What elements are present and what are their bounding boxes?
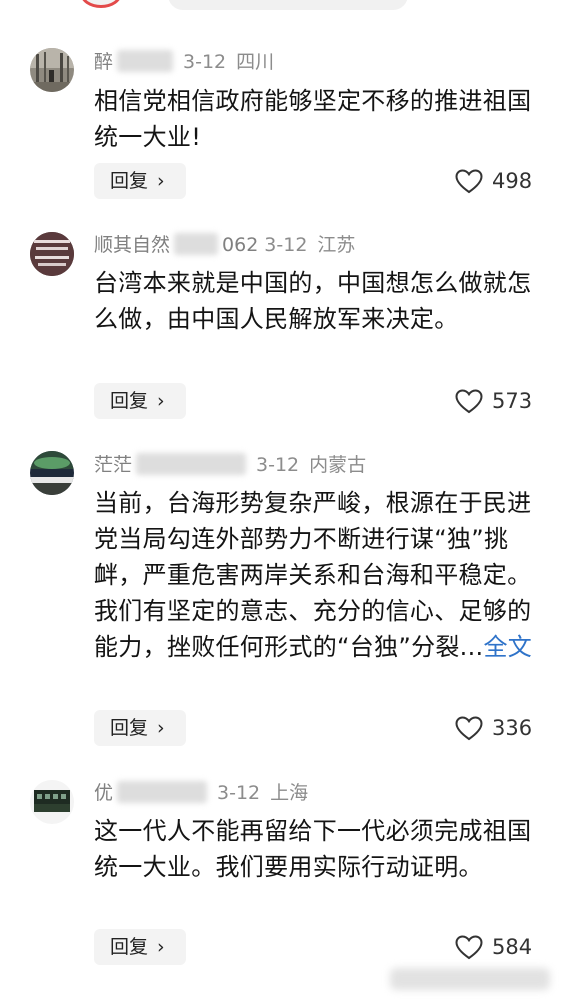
- comment-date: 3-12: [256, 454, 300, 476]
- like-count: 573: [492, 389, 533, 413]
- comment-meta: 顺其自然 062 3-12 江苏: [94, 233, 355, 257]
- username[interactable]: 优: [94, 782, 113, 804]
- comment-location: 上海: [270, 782, 309, 804]
- comment-meta: 茫茫 3-12 内蒙古: [94, 453, 366, 477]
- reply-label: 回复: [110, 390, 149, 412]
- heart-outline-icon: [455, 169, 483, 194]
- comment-text: 相信党相信政府能够坚定不移的推进祖国统一大业!: [94, 87, 532, 151]
- reply-label: 回复: [110, 170, 149, 192]
- comment-text-block: 相信党相信政府能够坚定不移的推进祖国统一大业!: [94, 83, 534, 155]
- comment-date: 3-12: [264, 234, 308, 256]
- username-tail: 062: [222, 234, 259, 256]
- top-search-box[interactable]: [168, 0, 408, 10]
- comment-text: 这一代人不能再留给下一代必须完成祖国统一大业。我们要用实际行动证明。: [94, 817, 532, 881]
- avatar[interactable]: [30, 48, 74, 92]
- redacted-watermark: [390, 968, 550, 990]
- comment-location: 内蒙古: [309, 454, 367, 476]
- like-count: 584: [492, 935, 533, 959]
- reply-button[interactable]: 回复 ›: [94, 929, 186, 965]
- comment-text-block: 当前，台海形势复杂严峻，根源在于民进党当局勾连外部势力不断进行谋“独”挑衅，严重…: [94, 485, 534, 665]
- heart-outline-icon: [455, 389, 483, 414]
- reply-label: 回复: [110, 936, 149, 958]
- top-avatar[interactable]: [80, 0, 122, 8]
- heart-outline-icon: [455, 935, 483, 960]
- comment-meta: 优 3-12 上海: [94, 781, 308, 805]
- reply-label: 回复: [110, 717, 149, 739]
- avatar[interactable]: [30, 232, 74, 276]
- reply-button[interactable]: 回复 ›: [94, 710, 186, 746]
- chevron-right-icon: ›: [157, 170, 165, 192]
- like-button[interactable]: 498: [455, 163, 545, 199]
- redacted-username: [117, 50, 174, 72]
- redacted-username: [136, 453, 247, 475]
- heart-outline-icon: [455, 716, 483, 741]
- reply-button[interactable]: 回复 ›: [94, 163, 186, 199]
- comment-date: 3-12: [183, 51, 227, 73]
- comment-text-block: 这一代人不能再留给下一代必须完成祖国统一大业。我们要用实际行动证明。: [94, 813, 534, 885]
- redacted-username: [117, 781, 208, 803]
- like-count: 336: [492, 716, 533, 740]
- comment-location: 四川: [236, 51, 275, 73]
- username[interactable]: 顺其自然: [94, 234, 170, 256]
- top-bar: [0, 0, 561, 14]
- reply-button[interactable]: 回复 ›: [94, 383, 186, 419]
- comment-location: 江苏: [317, 234, 356, 256]
- avatar[interactable]: [30, 451, 74, 495]
- username[interactable]: 茫茫: [94, 454, 132, 476]
- chevron-right-icon: ›: [157, 390, 165, 412]
- like-button[interactable]: 584: [455, 929, 545, 965]
- like-button[interactable]: 573: [455, 383, 545, 419]
- comment-text: 台湾本来就是中国的，中国想怎么做就怎么做，由中国人民解放军来决定。: [94, 269, 532, 333]
- expand-full-text-link[interactable]: 全文: [483, 633, 532, 661]
- comment-text-block: 台湾本来就是中国的，中国想怎么做就怎么做，由中国人民解放军来决定。: [94, 265, 534, 337]
- chevron-right-icon: ›: [157, 717, 165, 739]
- like-button[interactable]: 336: [455, 710, 545, 746]
- avatar[interactable]: [30, 780, 74, 824]
- chevron-right-icon: ›: [157, 936, 165, 958]
- username[interactable]: 醉: [94, 51, 113, 73]
- redacted-username: [174, 233, 219, 255]
- comment-date: 3-12: [217, 782, 261, 804]
- comment-meta: 醉 3-12 四川: [94, 50, 274, 74]
- comment-text: 当前，台海形势复杂严峻，根源在于民进党当局勾连外部势力不断进行谋“独”挑衅，严重…: [94, 489, 532, 661]
- like-count: 498: [492, 169, 533, 193]
